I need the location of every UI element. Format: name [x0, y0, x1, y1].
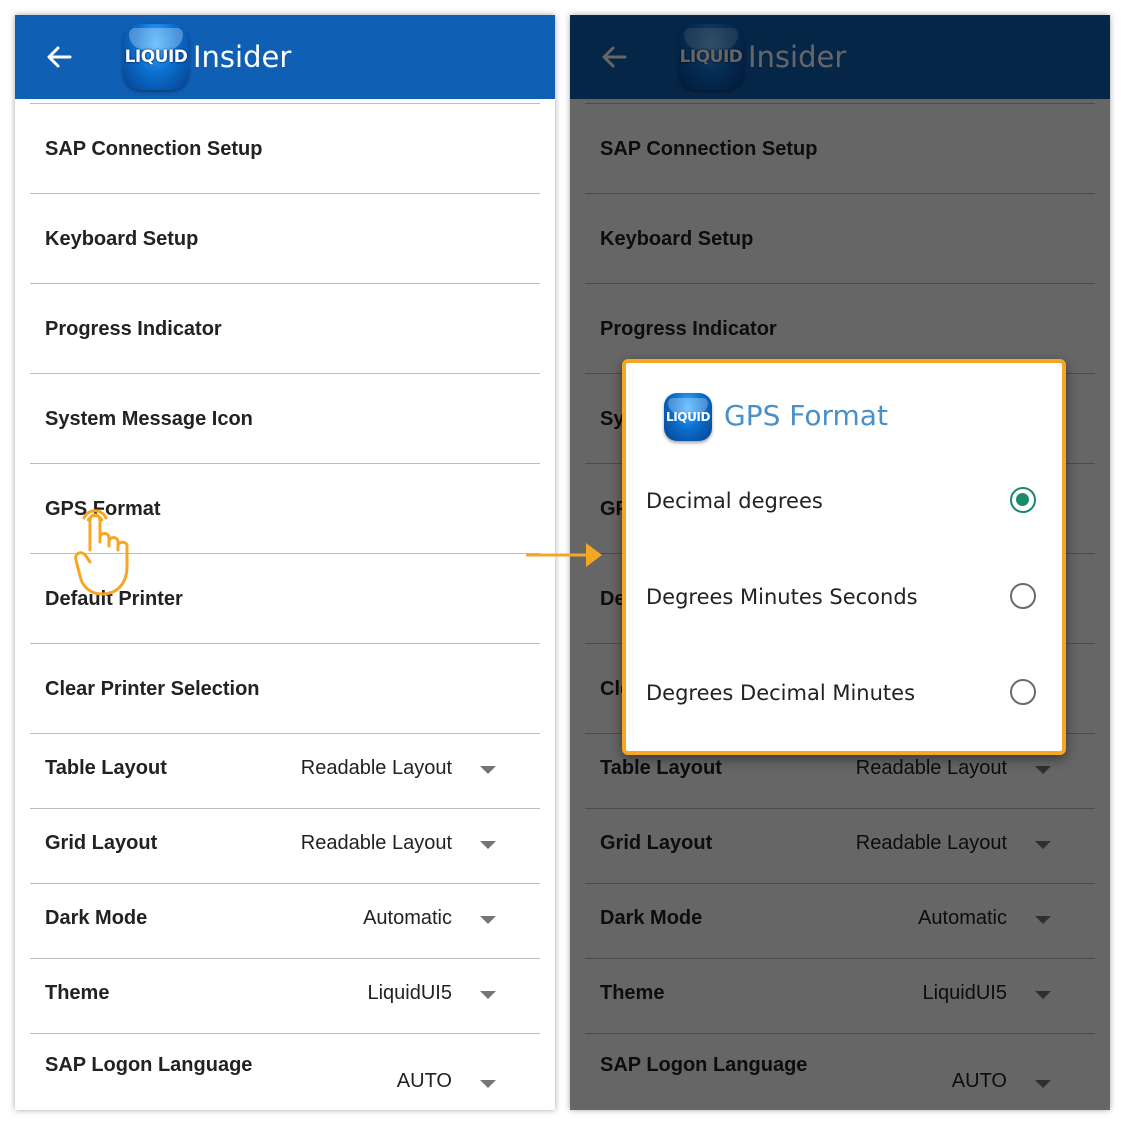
dropdown-caret-icon[interactable]	[480, 766, 496, 774]
dropdown-caret-icon[interactable]	[480, 991, 496, 999]
setting-value[interactable]: Readable Layout	[301, 757, 452, 780]
radio-checked-icon[interactable]	[1010, 487, 1036, 513]
setting-label: Dark Mode	[45, 907, 148, 929]
setting-label: Keyboard Setup	[45, 228, 199, 250]
setting-clear-printer-selection[interactable]: Clear Printer Selection	[30, 644, 540, 734]
setting-grid-layout[interactable]: Grid Layout Readable Layout	[30, 809, 540, 884]
setting-label: SAP Connection Setup	[45, 138, 263, 160]
option-degrees-decimal-minutes[interactable]: Degrees Decimal Minutes	[626, 665, 1062, 725]
setting-label: Table Layout	[45, 757, 167, 779]
setting-value[interactable]: LiquidUI5	[367, 982, 452, 1005]
setting-theme[interactable]: Theme LiquidUI5	[30, 959, 540, 1034]
setting-value[interactable]: Readable Layout	[301, 832, 452, 855]
arrow-right-icon	[526, 543, 602, 567]
setting-system-message-icon[interactable]: System Message Icon	[30, 374, 540, 464]
option-degrees-minutes-seconds[interactable]: Degrees Minutes Seconds	[626, 569, 1062, 629]
setting-dark-mode[interactable]: Dark Mode Automatic	[30, 884, 540, 959]
setting-label: Progress Indicator	[45, 318, 222, 340]
gps-format-dialog: LIQUID GPS Format Decimal degrees Degrees…	[622, 359, 1066, 755]
liquid-logo-badge: LIQUID	[123, 24, 189, 90]
dialog-title: GPS Format	[724, 399, 888, 432]
hand-pointer-icon	[74, 509, 129, 596]
radio-unchecked-icon[interactable]	[1010, 679, 1036, 705]
setting-table-layout[interactable]: Table Layout Readable Layout	[30, 734, 540, 809]
setting-label: Clear Printer Selection	[45, 678, 260, 700]
setting-keyboard-setup[interactable]: Keyboard Setup	[30, 194, 540, 284]
setting-label: Grid Layout	[45, 832, 158, 854]
back-arrow-icon[interactable]	[41, 39, 77, 75]
setting-label: System Message Icon	[45, 408, 253, 430]
app-name: Insider	[193, 40, 292, 74]
dropdown-caret-icon[interactable]	[480, 916, 496, 924]
app-bar: LIQUID Insider	[15, 15, 555, 99]
option-decimal-degrees[interactable]: Decimal degrees	[626, 473, 1062, 533]
setting-sap-connection-setup[interactable]: SAP Connection Setup	[30, 104, 540, 194]
dropdown-caret-icon[interactable]	[480, 1080, 496, 1088]
setting-value[interactable]: AUTO	[397, 1070, 452, 1093]
option-label: Degrees Decimal Minutes	[646, 681, 916, 705]
option-label: Degrees Minutes Seconds	[646, 585, 918, 609]
app-logo: LIQUID Insider	[123, 24, 291, 90]
setting-label: SAP Logon Language	[45, 1054, 253, 1076]
radio-unchecked-icon[interactable]	[1010, 583, 1036, 609]
dropdown-caret-icon[interactable]	[480, 841, 496, 849]
setting-label: Theme	[45, 982, 110, 1004]
setting-sap-logon-language[interactable]: SAP Logon Language AUTO	[30, 1034, 540, 1110]
setting-progress-indicator[interactable]: Progress Indicator	[30, 284, 540, 374]
liquid-logo-icon: LIQUID	[664, 393, 712, 441]
setting-value[interactable]: Automatic	[363, 907, 452, 930]
option-label: Decimal degrees	[646, 489, 823, 513]
